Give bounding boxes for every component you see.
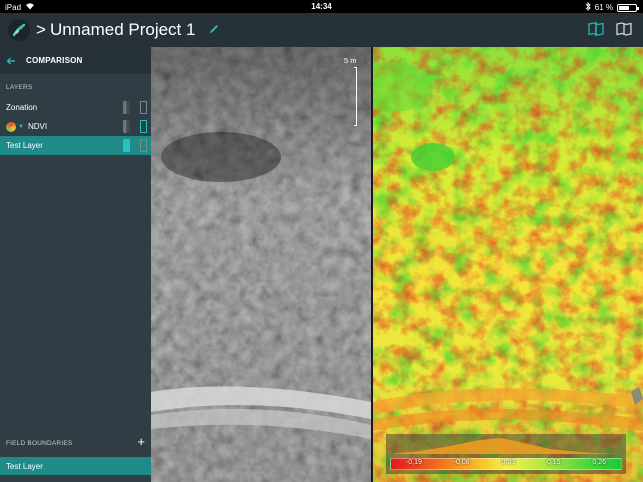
grayscale-aerial-image xyxy=(151,47,371,482)
scale-label: 5 m xyxy=(344,56,357,65)
right-map-toggle[interactable] xyxy=(140,139,147,152)
right-map-toggle[interactable] xyxy=(140,101,147,114)
sidebar: COMPARISON LAYERS Zonation ▼ NDVI Test L… xyxy=(0,47,151,482)
left-map-toggle[interactable] xyxy=(123,101,130,114)
layers-section-label: LAYERS xyxy=(6,84,33,91)
field-boundaries-label: FIELD BOUNDARIES xyxy=(6,439,73,447)
bluetooth-icon xyxy=(585,1,591,13)
legend-tick-label: -0,19 xyxy=(405,459,422,466)
battery-level xyxy=(619,5,629,10)
ndvi-palette-icon xyxy=(6,121,16,132)
left-map-toggle[interactable] xyxy=(123,139,130,152)
legend-tick-label: 0,03 xyxy=(501,459,516,466)
add-icon[interactable]: + xyxy=(137,434,145,449)
right-map-toggle[interactable] xyxy=(140,120,147,133)
page-title: Unnamed Project 1 xyxy=(49,20,196,39)
breadcrumb-separator: > xyxy=(36,20,46,39)
layer-label: Zonation xyxy=(6,103,38,112)
sidebar-title: COMPARISON xyxy=(26,56,83,65)
clock: 14:34 xyxy=(311,2,332,11)
scale-bar xyxy=(354,67,357,126)
layer-row-test-layer[interactable]: Test Layer xyxy=(0,136,151,155)
split-view-button[interactable] xyxy=(587,20,605,38)
right-map-view[interactable] xyxy=(373,47,643,482)
ndvi-heatmap-image xyxy=(373,47,643,482)
field-boundaries-header: FIELD BOUNDARIES + xyxy=(0,434,151,451)
field-boundary-item[interactable]: Test Layer xyxy=(0,457,151,475)
back-arrow-icon[interactable] xyxy=(6,54,20,68)
sidebar-header: COMPARISON xyxy=(0,47,151,74)
legend-ticks: -0,19 -0,08 0,03 0,15 0,26 xyxy=(390,459,622,469)
app-header: > Unnamed Project 1 xyxy=(0,13,643,47)
layer-label: Test Layer xyxy=(6,141,43,150)
project-title-area[interactable]: > Unnamed Project 1 xyxy=(36,20,220,40)
legend-tick-label: 0,15 xyxy=(546,459,561,466)
battery-percent: 61 % xyxy=(594,3,613,12)
layer-row-ndvi[interactable]: ▼ NDVI xyxy=(0,117,151,136)
layer-row-zonation[interactable]: Zonation xyxy=(0,98,151,117)
split-map-icon xyxy=(588,22,604,36)
chevron-down-icon[interactable]: ▼ xyxy=(18,124,24,130)
app-logo-icon[interactable] xyxy=(8,19,30,41)
single-view-button[interactable] xyxy=(615,20,633,38)
map-book-icon xyxy=(616,22,632,36)
layer-label: NDVI xyxy=(27,122,48,131)
left-map-view[interactable] xyxy=(151,47,371,482)
status-bar: iPad 14:34 61 % xyxy=(0,0,643,13)
legend-histogram xyxy=(390,438,622,454)
ndvi-legend: -0,19 -0,08 0,03 0,15 0,26 xyxy=(386,434,626,474)
pencil-icon[interactable] xyxy=(208,23,220,35)
legend-tick-label: 0,26 xyxy=(592,459,607,466)
battery-icon xyxy=(617,3,639,12)
field-boundary-label: Test Layer xyxy=(6,461,43,471)
left-map-toggle[interactable] xyxy=(123,120,130,133)
legend-tick-label: -0,08 xyxy=(453,459,470,466)
